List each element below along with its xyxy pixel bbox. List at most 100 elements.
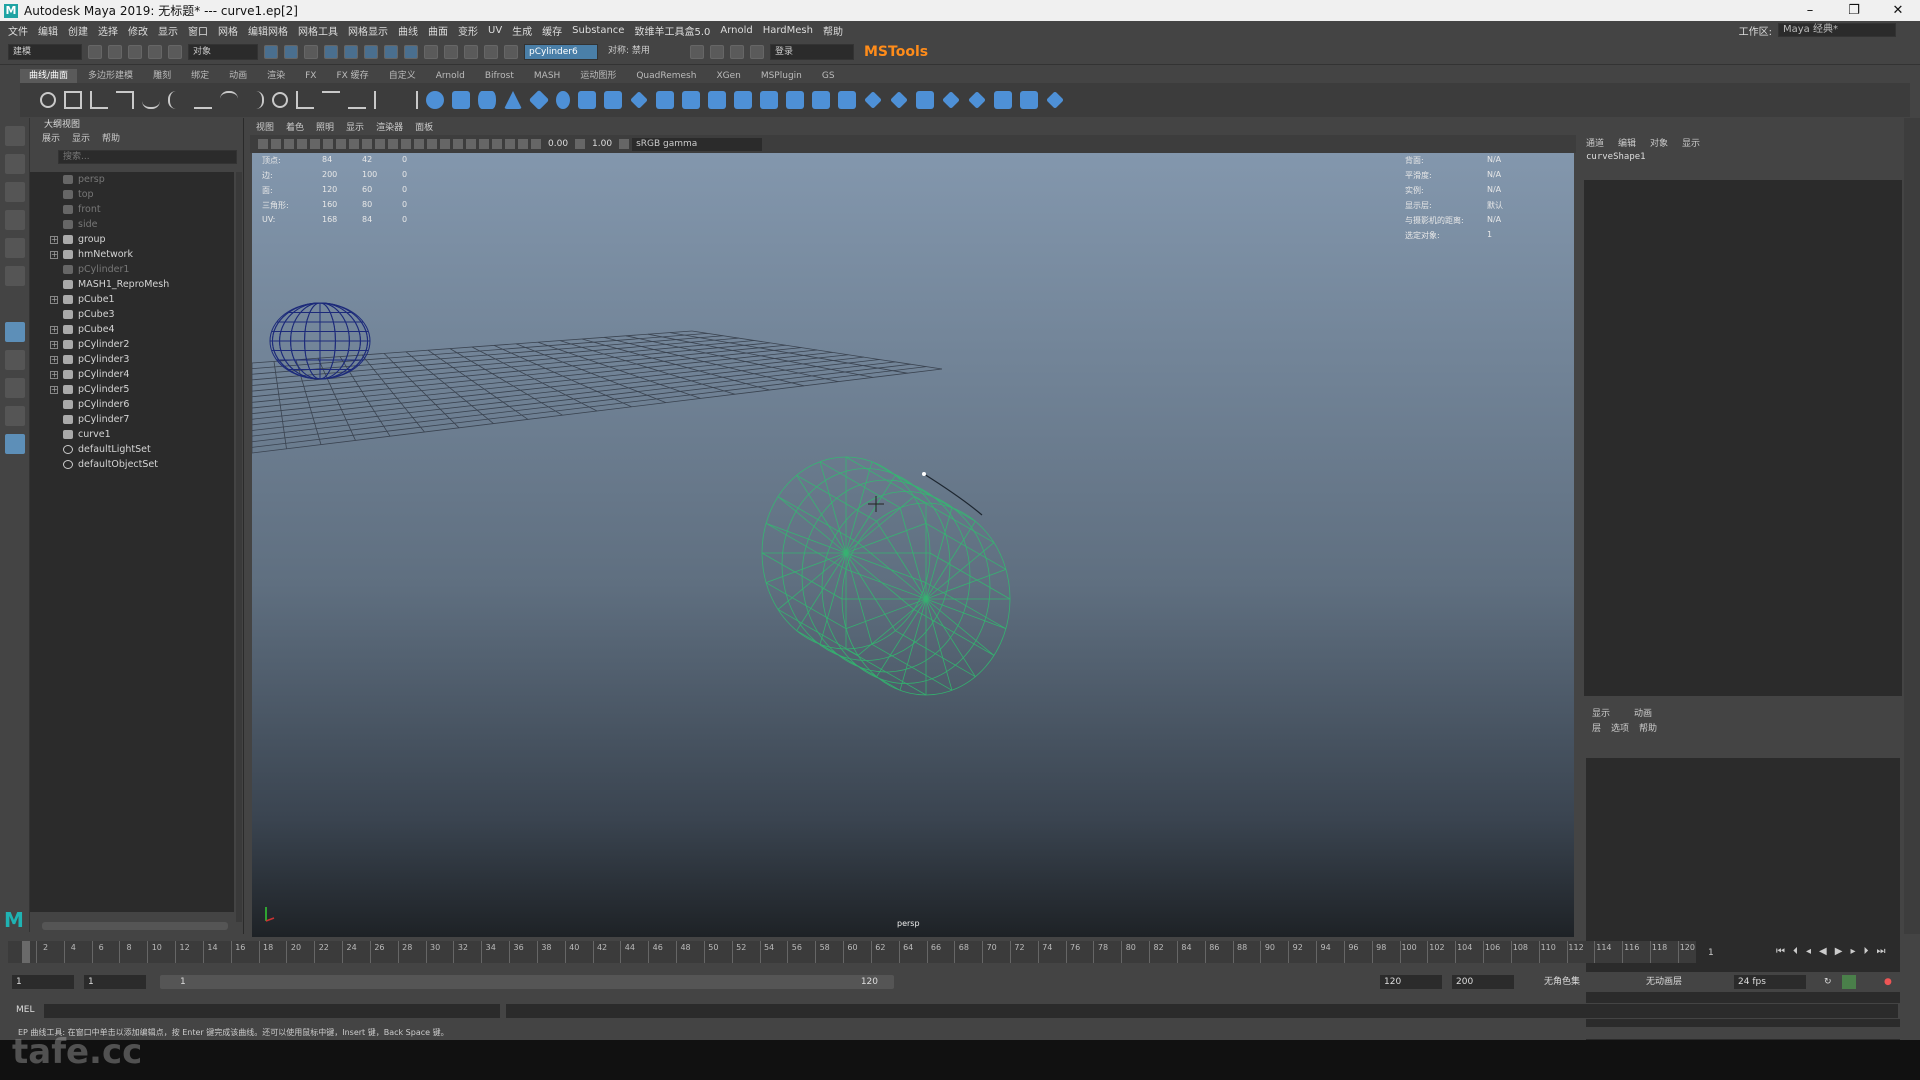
insert-knot-icon[interactable] bbox=[272, 92, 288, 108]
play-forwards-icon[interactable]: ▶ bbox=[1835, 946, 1843, 957]
shelf-tab-fx-cache[interactable]: FX 缓存 bbox=[327, 69, 377, 83]
outliner-item[interactable]: + pCylinder5 bbox=[30, 382, 234, 397]
birail-icon[interactable] bbox=[682, 91, 700, 109]
gate-mask-icon[interactable] bbox=[349, 139, 359, 149]
shadows-icon[interactable] bbox=[440, 139, 450, 149]
project-curve-icon[interactable] bbox=[786, 91, 804, 109]
step-forward-frame-icon[interactable]: ▸ bbox=[1850, 946, 1855, 957]
workspace-dropdown[interactable]: Maya 经典* bbox=[1778, 23, 1896, 37]
outliner-item[interactable]: + pCylinder4 bbox=[30, 367, 234, 382]
color-space-dropdown[interactable]: sRGB gamma bbox=[632, 137, 763, 151]
render-settings-icon[interactable] bbox=[504, 44, 518, 59]
resolution-gate-icon[interactable] bbox=[336, 139, 346, 149]
channel-menu-channels[interactable]: 通道 bbox=[1586, 136, 1604, 149]
current-frame-field[interactable]: 1 bbox=[1704, 946, 1764, 960]
step-back-frame-icon[interactable]: ◂ bbox=[1806, 946, 1811, 957]
single-view-layout-icon[interactable] bbox=[5, 322, 25, 342]
menu-edit-mesh[interactable]: 编辑网格 bbox=[248, 23, 288, 38]
gamma-icon[interactable] bbox=[575, 139, 586, 149]
shelf-tab-bifrost[interactable]: Bifrost bbox=[476, 69, 523, 83]
menu-mesh-tools[interactable]: 网格工具 bbox=[298, 23, 338, 38]
expand-toggle-icon[interactable]: + bbox=[50, 340, 58, 349]
outliner-item[interactable]: + pCylinder3 bbox=[30, 352, 234, 367]
loop-icon[interactable]: ↻ bbox=[1820, 975, 1834, 989]
expand-toggle-icon[interactable]: + bbox=[50, 370, 58, 379]
outliner-layout-icon[interactable] bbox=[5, 434, 25, 454]
expand-toggle-icon[interactable]: + bbox=[50, 385, 58, 394]
shelf-tab-motion-graphics[interactable]: 运动图形 bbox=[571, 69, 625, 83]
layer-menu-help[interactable]: 帮助 bbox=[1639, 721, 1657, 734]
select-hierarchy-icon[interactable] bbox=[264, 44, 278, 59]
expand-toggle-icon[interactable]: + bbox=[50, 355, 58, 364]
menu-cache[interactable]: 缓存 bbox=[542, 23, 562, 38]
ambient-occlusion-icon[interactable] bbox=[453, 139, 463, 149]
anti-aliasing-icon[interactable] bbox=[479, 139, 489, 149]
menu-surfaces[interactable]: 曲面 bbox=[428, 23, 448, 38]
menu-deform[interactable]: 变形 bbox=[458, 23, 478, 38]
outliner-search-input[interactable]: 搜索... bbox=[58, 150, 237, 164]
outliner-item[interactable]: pCylinder7 bbox=[30, 412, 234, 427]
redo-icon[interactable] bbox=[168, 44, 182, 59]
playback-end-field[interactable]: 120 bbox=[1380, 975, 1442, 989]
planar-icon[interactable] bbox=[630, 91, 648, 109]
detach-surfaces-icon[interactable] bbox=[916, 91, 934, 109]
rebuild-curve-icon[interactable] bbox=[348, 91, 366, 109]
playback-start-field[interactable]: 1 bbox=[84, 975, 146, 989]
snap-live-icon[interactable] bbox=[404, 44, 418, 59]
layer-tab-display[interactable]: 显示 bbox=[1592, 706, 1610, 719]
shelf-tab-rigging[interactable]: 绑定 bbox=[182, 69, 218, 83]
shelf-tab-mash[interactable]: MASH bbox=[525, 69, 569, 83]
snap-curve-icon[interactable] bbox=[344, 44, 358, 59]
shelf-tab-curves[interactable]: 曲线/曲面 bbox=[20, 69, 78, 83]
open-scene-icon[interactable] bbox=[108, 44, 122, 59]
offset-curve-icon[interactable] bbox=[322, 91, 340, 109]
viewport-grid-icon[interactable] bbox=[690, 44, 704, 59]
login-dropdown[interactable]: 登录 bbox=[770, 43, 854, 60]
pause-icon[interactable] bbox=[750, 44, 764, 59]
viewport-menu-renderer[interactable]: 渲染器 bbox=[376, 121, 403, 135]
menu-mesh[interactable]: 网格 bbox=[218, 23, 238, 38]
curve-edit-point[interactable] bbox=[922, 472, 926, 476]
render-view-icon[interactable] bbox=[730, 44, 744, 59]
nurbs-plane-icon[interactable] bbox=[528, 89, 550, 111]
outliner-vertical-scrollbar[interactable] bbox=[236, 172, 242, 922]
wireframe-icon[interactable] bbox=[388, 139, 398, 149]
open-close-icon[interactable] bbox=[942, 91, 960, 109]
outliner-item[interactable]: defaultObjectSet bbox=[30, 457, 234, 472]
shelf-tab-poly[interactable]: 多边形建模 bbox=[79, 69, 142, 83]
shelf-tab-fx[interactable]: FX bbox=[296, 69, 325, 83]
range-bar[interactable]: 1 120 bbox=[160, 975, 894, 989]
lock-icon[interactable] bbox=[424, 44, 438, 59]
two-view-layout-icon[interactable] bbox=[5, 406, 25, 426]
history-icon[interactable] bbox=[444, 44, 458, 59]
select-camera-icon[interactable] bbox=[258, 139, 268, 149]
shelf-tab-xgen[interactable]: XGen bbox=[707, 69, 749, 83]
menu-arnold[interactable]: Arnold bbox=[720, 25, 752, 36]
pencil-curve-icon[interactable] bbox=[142, 91, 160, 109]
shelf-tab-custom[interactable]: 自定义 bbox=[380, 69, 425, 83]
render-icon[interactable] bbox=[464, 44, 478, 59]
viewport-menu-view[interactable]: 视图 bbox=[256, 121, 274, 135]
shelf-tab-msplugin[interactable]: MSPlugin bbox=[752, 69, 811, 83]
attach-curves-icon[interactable] bbox=[220, 91, 238, 109]
shelf-tab-animation[interactable]: 动画 bbox=[220, 69, 256, 83]
menuset-dropdown[interactable]: 建模 bbox=[8, 43, 82, 60]
exposure-value[interactable]: 0.00 bbox=[544, 139, 572, 149]
field-chart-icon[interactable] bbox=[362, 139, 372, 149]
viewport-menu-show[interactable]: 显示 bbox=[346, 121, 364, 135]
xray-joints-icon[interactable] bbox=[518, 139, 528, 149]
outliner-item[interactable]: pCylinder6 bbox=[30, 397, 234, 412]
minimize-button[interactable]: – bbox=[1788, 3, 1832, 18]
textured-icon[interactable] bbox=[414, 139, 424, 149]
menu-curves[interactable]: 曲线 bbox=[398, 23, 418, 38]
scene-start-field[interactable]: 1 bbox=[12, 975, 74, 989]
smooth-shade-icon[interactable] bbox=[401, 139, 411, 149]
trim-tool-icon[interactable] bbox=[838, 91, 856, 109]
select-object-icon[interactable] bbox=[284, 44, 298, 59]
untrim-icon[interactable] bbox=[864, 91, 882, 109]
shelf-tab-quadremesh[interactable]: QuadRemesh bbox=[627, 69, 705, 83]
outliner-item[interactable]: front bbox=[30, 202, 234, 217]
xray-icon[interactable] bbox=[505, 139, 515, 149]
image-plane-icon[interactable] bbox=[297, 139, 307, 149]
select-component-icon[interactable] bbox=[304, 44, 318, 59]
